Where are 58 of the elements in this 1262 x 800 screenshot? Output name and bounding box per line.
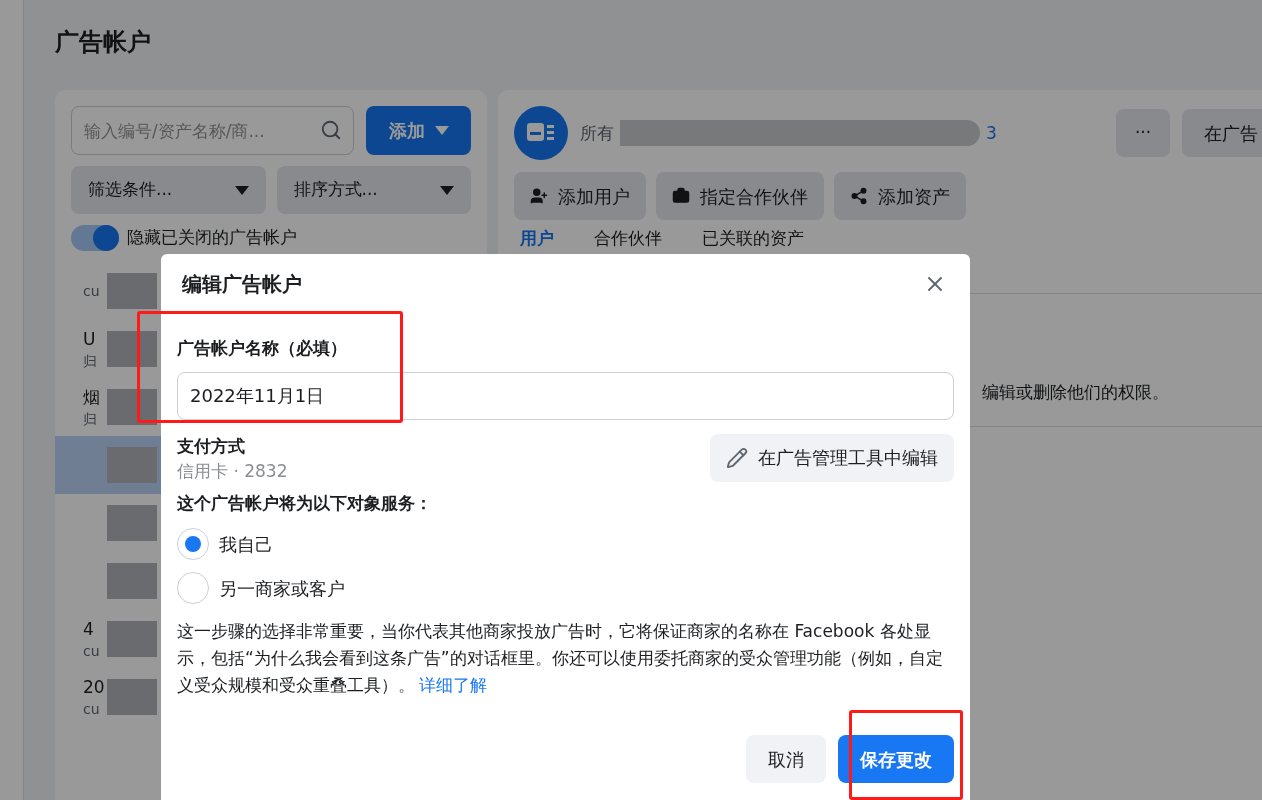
account-name: U	[83, 330, 97, 348]
edit-in-ads-manager-button[interactable]: 在广告管理工具中编辑	[710, 433, 954, 482]
radio-label: 我自己	[219, 532, 273, 557]
toggle-label: 隐藏已关闭的广告帐户	[127, 226, 297, 250]
payment-label: 支付方式	[177, 434, 246, 458]
account-name: 烟	[83, 388, 101, 406]
dialog-title: 编辑广告帐户	[182, 271, 302, 298]
account-detail: 归	[83, 411, 98, 426]
action-icon	[850, 187, 868, 205]
account-name: 4	[83, 620, 95, 638]
redacted-block	[107, 621, 157, 657]
owner-label: 所有	[580, 121, 614, 145]
action-button[interactable]: 添加用户	[514, 172, 646, 220]
tab[interactable]: 用户	[520, 224, 554, 254]
redacted-block	[107, 679, 157, 715]
open-button[interactable]: 在广告	[1182, 109, 1262, 157]
pencil-icon	[726, 446, 748, 469]
action-button[interactable]: 添加资产	[834, 172, 966, 220]
tab[interactable]: 合作伙伴	[594, 224, 662, 254]
filter-dropdown[interactable]: 排序方式...	[276, 166, 471, 214]
account-detail: 归	[83, 353, 98, 368]
redacted-block	[107, 331, 157, 367]
redacted-block	[107, 273, 157, 309]
payment-value: 信用卡 · 2832	[177, 460, 288, 483]
redacted-block	[107, 447, 157, 483]
radio-label: 另一商家或客户	[219, 576, 345, 601]
page-title: 广告帐户	[55, 27, 152, 58]
redacted-block	[107, 389, 157, 425]
caret-icon	[234, 185, 249, 195]
save-button[interactable]: 保存更改	[838, 735, 954, 783]
caret-icon	[434, 126, 449, 135]
search-icon	[320, 119, 342, 141]
audience-label: 这个广告帐户将为以下对象服务：	[177, 491, 433, 515]
redacted-block	[107, 505, 157, 541]
action-icon	[672, 187, 690, 205]
account-avatar-icon	[514, 106, 568, 160]
redacted-block	[107, 563, 157, 599]
account-name: 20	[83, 678, 103, 696]
more-button[interactable]: ···	[1116, 109, 1170, 157]
action-icon	[530, 187, 548, 205]
caret-icon	[440, 185, 454, 195]
toggle-switch[interactable]	[71, 225, 119, 251]
account-detail: cu	[83, 284, 101, 298]
cancel-button[interactable]: 取消	[746, 735, 826, 783]
permission-text: 编辑或删除他们的权限。	[982, 382, 1169, 402]
account-detail: cu	[83, 643, 101, 658]
account-detail: cu	[83, 701, 101, 716]
learn-more-link[interactable]: 详细了解	[419, 675, 487, 695]
account-count: 3	[986, 121, 997, 145]
account-name-field[interactable]: 2022年11月1日	[177, 371, 954, 420]
filter-dropdown[interactable]: 筛选条件...	[71, 166, 266, 214]
field-label: 广告帐户名称（必填）	[177, 337, 348, 360]
account-row[interactable]	[55, 436, 161, 494]
explanation-text: 这一步骤的选择非常重要，当你代表其他商家投放广告时，它将保证商家的名称在 Facebook 各处显示，包括“为什么我会看到这条广告”的对话框里。你还可以使用委托商家的受众管理功能（例如，自定义受众规模和受众重叠工具）。 详细了解	[177, 620, 944, 697]
add-button[interactable]: 添加	[366, 106, 471, 155]
action-button[interactable]: 指定合作伙伴	[656, 172, 824, 220]
search-field[interactable]: 输入编号/资产名称/商...	[71, 106, 354, 155]
tab[interactable]: 已关联的资产	[702, 224, 804, 254]
